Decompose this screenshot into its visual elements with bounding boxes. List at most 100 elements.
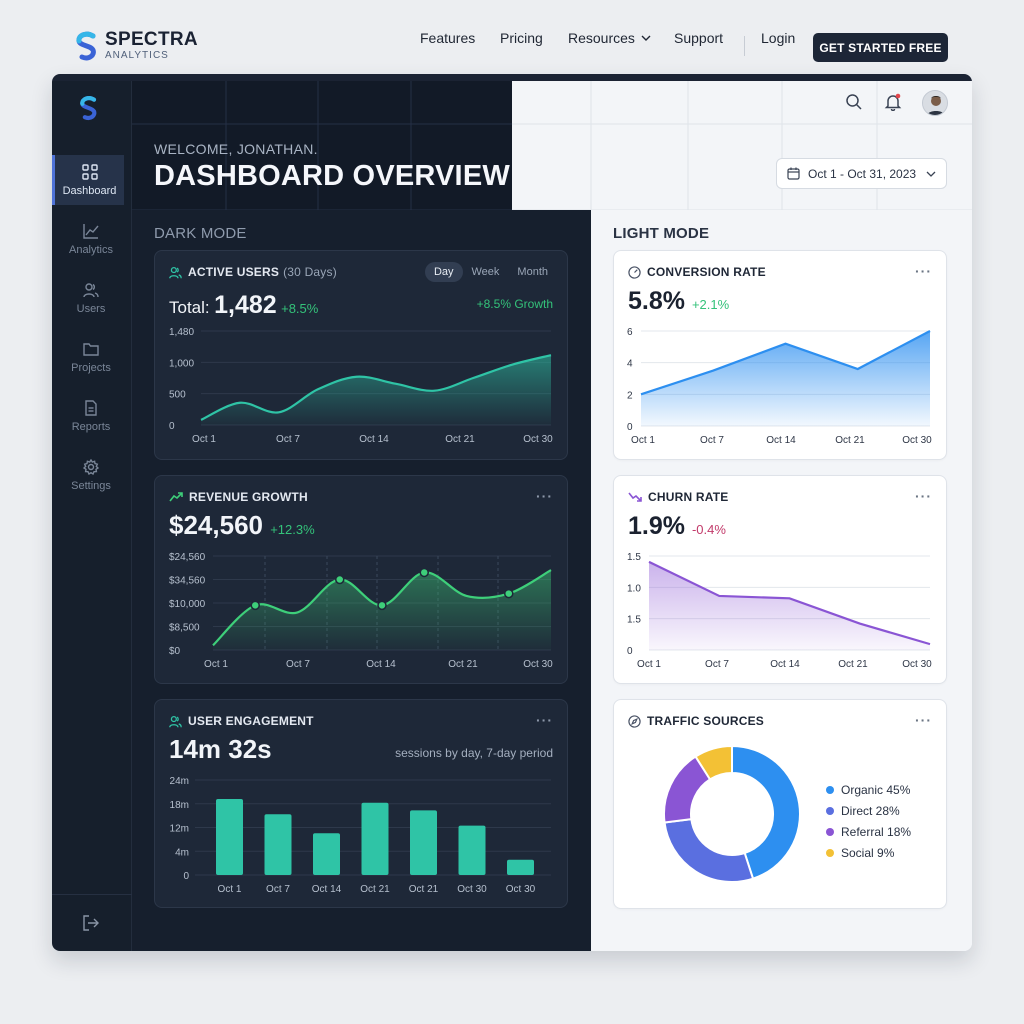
x-tick-label: Oct 7 bbox=[286, 659, 310, 670]
sidebar-item-label: Users bbox=[76, 302, 106, 315]
x-tick-label: Oct 14 bbox=[366, 659, 396, 670]
y-tick-label: $24,560 bbox=[169, 552, 206, 563]
marketing-nav: SPECTRA ANALYTICS Features Pricing Resou… bbox=[0, 0, 1024, 74]
get-started-button[interactable]: GET STARTED FREE bbox=[813, 33, 948, 62]
x-tick-label: Oct 14 bbox=[359, 434, 389, 445]
x-tick-label: Oct 30 bbox=[523, 434, 553, 445]
page-title: DASHBOARD OVERVIEW bbox=[154, 160, 510, 192]
grid-icon bbox=[81, 163, 98, 180]
y-tick-label: 18m bbox=[170, 800, 189, 811]
sidebar-item-settings[interactable]: Settings bbox=[55, 450, 127, 500]
trend-icon bbox=[83, 223, 99, 239]
data-point bbox=[377, 600, 387, 611]
logout-icon[interactable] bbox=[82, 914, 100, 932]
nav-link-support[interactable]: Support bbox=[674, 30, 723, 46]
legend-swatch bbox=[826, 806, 834, 815]
legend-item: Social 9% bbox=[826, 842, 911, 863]
sidebar-item-dashboard[interactable]: Dashboard bbox=[52, 155, 124, 205]
x-tick-label: Oct 30 bbox=[902, 659, 932, 670]
x-tick-label: Oct 1 bbox=[218, 884, 242, 895]
nav-link-features[interactable]: Features bbox=[420, 30, 475, 46]
x-tick-label: Oct 21 bbox=[838, 659, 868, 670]
nav-link-resources[interactable]: Resources bbox=[568, 30, 651, 46]
x-tick-label: Oct 21 bbox=[448, 659, 478, 670]
sidebar-item-label: Analytics bbox=[68, 243, 114, 256]
sidebar-item-users[interactable]: Users bbox=[55, 273, 127, 323]
nav-link-resources-label: Resources bbox=[568, 30, 635, 46]
legend-swatch bbox=[826, 785, 834, 794]
notification-bell-icon[interactable] bbox=[884, 93, 902, 111]
legend-swatch bbox=[826, 827, 834, 836]
sidebar-item-analytics[interactable]: Analytics bbox=[55, 214, 127, 264]
date-range-picker[interactable]: Oct 1 - Oct 31, 2023 bbox=[776, 158, 947, 189]
sidebar-item-label: Dashboard bbox=[62, 184, 117, 197]
x-tick-label: Oct 21 bbox=[360, 884, 390, 895]
calendar-icon bbox=[787, 167, 800, 180]
series-area bbox=[641, 331, 930, 426]
y-tick-label: 0 bbox=[627, 422, 633, 433]
brand-logo[interactable]: SPECTRA ANALYTICS bbox=[75, 30, 198, 61]
x-tick-label: Oct 1 bbox=[631, 435, 655, 446]
y-tick-label: $8,500 bbox=[169, 623, 200, 634]
brand-name: SPECTRA bbox=[105, 29, 198, 50]
churn-card: CHURN RATE ··· 1.9% -0.4% 1.5 1.0 1.5 0 Oct … bbox=[613, 475, 947, 684]
y-tick-label: $10,000 bbox=[169, 599, 206, 610]
chevron-down-icon bbox=[926, 171, 936, 177]
engagement-card: USER ENGAGEMENT ··· 14m 32s sessions by … bbox=[154, 699, 568, 908]
chevron-down-icon bbox=[641, 35, 651, 41]
bar bbox=[216, 799, 243, 875]
engagement-chart: 24m 18m 12m 4m 0 Oct 1 Oct 7 Oct 14 Oct 21 Oct 21… bbox=[170, 776, 551, 895]
date-range-text: Oct 1 - Oct 31, 2023 bbox=[808, 166, 917, 181]
sidebar-item-projects[interactable]: Projects bbox=[55, 332, 127, 382]
data-point bbox=[335, 574, 345, 585]
x-tick-label: Oct 30 bbox=[523, 659, 553, 670]
brand-tagline: ANALYTICS bbox=[105, 50, 169, 61]
legend-label: Organic 45% bbox=[841, 782, 911, 797]
sidebar-item-label: Projects bbox=[71, 361, 111, 374]
app-logo-icon bbox=[80, 96, 97, 120]
sidebar-item-label: Reports bbox=[71, 420, 111, 433]
legend-label: Referral 18% bbox=[841, 824, 912, 839]
x-tick-label: Oct 1 bbox=[192, 434, 216, 445]
x-tick-label: Oct 7 bbox=[276, 434, 300, 445]
data-point bbox=[419, 567, 429, 578]
y-tick-label: 500 bbox=[169, 390, 186, 401]
x-tick-label: Oct 7 bbox=[700, 435, 724, 446]
spectra-logo-icon bbox=[76, 31, 96, 60]
y-tick-label: $0 bbox=[169, 646, 181, 657]
search-icon[interactable] bbox=[845, 93, 863, 111]
traffic-legend: Organic 45% Direct 28% Referral 18% Soci… bbox=[826, 779, 911, 863]
x-tick-label: Oct 30 bbox=[506, 884, 536, 895]
sidebar-item-reports[interactable]: Reports bbox=[55, 391, 127, 441]
y-tick-label: 24m bbox=[170, 776, 189, 787]
y-tick-label: 0 bbox=[183, 871, 189, 882]
dark-mode-label: DARK MODE bbox=[154, 225, 247, 242]
x-tick-label: Oct 21 bbox=[445, 434, 475, 445]
nav-divider bbox=[744, 36, 745, 56]
y-tick-label: 12m bbox=[170, 824, 189, 835]
light-header bbox=[512, 81, 972, 210]
y-tick-label: 6 bbox=[627, 327, 633, 338]
bar bbox=[361, 802, 389, 875]
login-link[interactable]: Login bbox=[761, 30, 795, 46]
x-tick-label: Oct 14 bbox=[312, 884, 342, 895]
pie-slice bbox=[663, 818, 755, 883]
legend-item: Referral 18% bbox=[826, 821, 911, 842]
conversion-card: CONVERSION RATE ··· 5.8% +2.1% 6 4 2 0 Oct 1… bbox=[613, 250, 947, 460]
x-tick-label: Oct 21 bbox=[835, 435, 865, 446]
user-avatar[interactable] bbox=[922, 90, 948, 116]
y-tick-label: 1.0 bbox=[627, 583, 641, 594]
app-window: Dashboard Analytics Users Projects Repor… bbox=[52, 74, 972, 951]
sidebar-divider bbox=[52, 894, 132, 895]
document-icon bbox=[85, 399, 97, 416]
bar bbox=[264, 814, 292, 875]
conversion-chart: 6 4 2 0 Oct 1 Oct 7 Oct 14 Oct 21 Oct 30 bbox=[627, 327, 932, 446]
y-tick-label: $34,560 bbox=[169, 576, 206, 587]
y-tick-label: 2 bbox=[627, 390, 633, 401]
bar bbox=[507, 859, 534, 875]
revenue-chart: $24,560 $34,560 $10,000 $8,500 $0 Oct 1 Oct 7 O… bbox=[169, 552, 553, 670]
nav-link-pricing[interactable]: Pricing bbox=[500, 30, 543, 46]
x-tick-label: Oct 7 bbox=[266, 884, 290, 895]
folder-icon bbox=[83, 342, 99, 356]
legend-item: Organic 45% bbox=[826, 779, 911, 800]
